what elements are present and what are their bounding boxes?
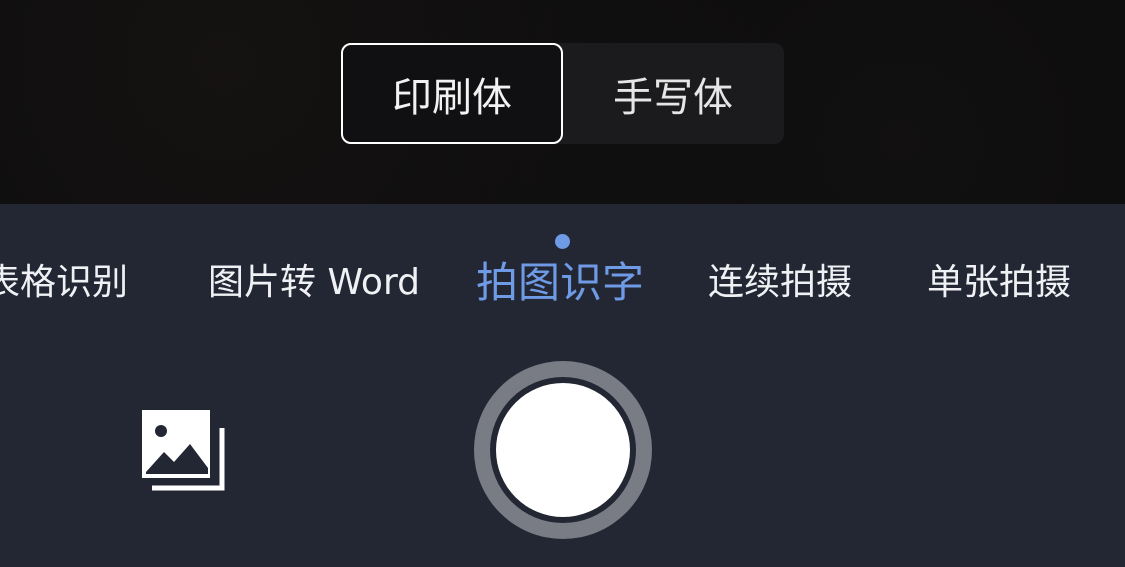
handwriting-label: 手写体	[613, 74, 733, 121]
mode-single-shot[interactable]: 单张拍摄	[927, 257, 1071, 309]
active-mode-indicator	[555, 234, 570, 249]
camera-controls-panel: 表格识别 图片转 Word 拍图识字 连续拍摄 单张拍摄	[0, 204, 1125, 567]
mode-label: 图片转 Word	[208, 262, 420, 303]
mode-table-recognition[interactable]: 表格识别	[0, 257, 128, 309]
print-text-label: 印刷体	[392, 74, 512, 121]
print-text-option[interactable]: 印刷体	[341, 43, 563, 144]
handwriting-option[interactable]: 手写体	[562, 43, 784, 144]
mode-label: 拍图识字	[476, 258, 645, 307]
gallery-icon	[142, 410, 225, 491]
mode-label: 连续拍摄	[708, 262, 853, 303]
gallery-button[interactable]	[138, 406, 228, 496]
mode-label: 表格识别	[0, 262, 129, 303]
mode-label: 单张拍摄	[927, 262, 1072, 303]
mode-continuous-shooting[interactable]: 连续拍摄	[708, 257, 852, 309]
shutter-button[interactable]	[474, 361, 652, 539]
mode-photo-ocr[interactable]: 拍图识字	[476, 257, 644, 309]
text-type-toggle: 印刷体 手写体	[341, 43, 784, 144]
camera-viewfinder: 印刷体 手写体	[0, 0, 1125, 204]
mode-image-to-word[interactable]: 图片转 Word	[208, 257, 420, 309]
shutter-inner-circle	[496, 383, 630, 517]
